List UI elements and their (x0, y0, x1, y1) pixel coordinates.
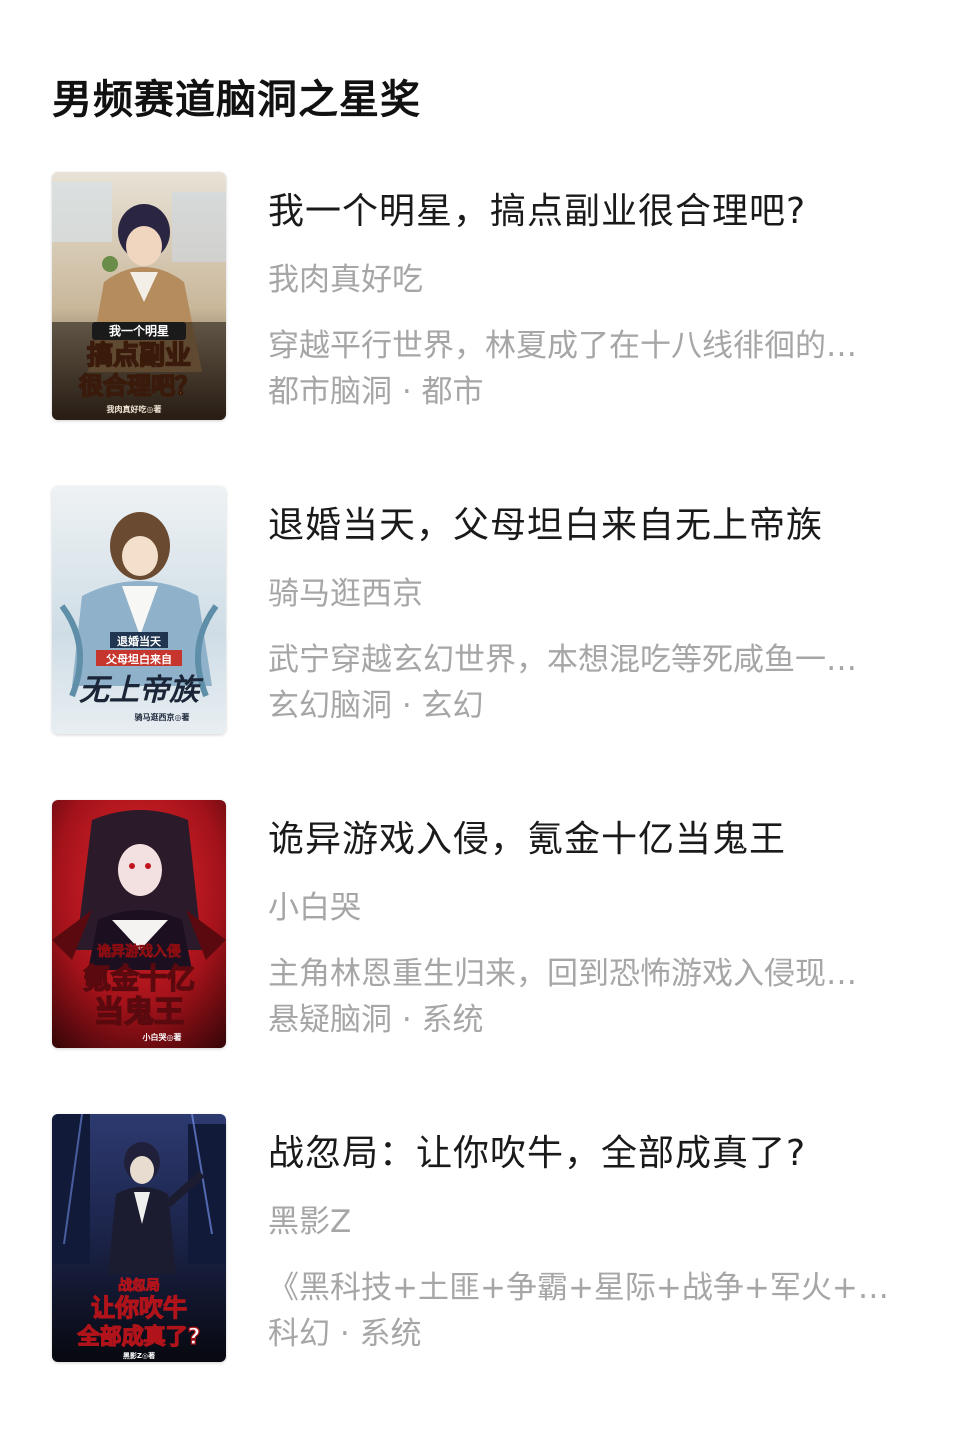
book-list: 我一个明星 搞点副业 很合理吧？ 我肉真好吃◎著 我一个明星，搞点副业很合理吧?… (0, 172, 966, 1428)
book-description: 《黑科技+土匪+争霸+星际+战争+军火+… (268, 1270, 889, 1306)
book-title[interactable]: 我一个明星，搞点副业很合理吧? (268, 188, 908, 236)
book-title[interactable]: 诡异游戏入侵，氪金十亿当鬼王 (268, 816, 908, 864)
cover-line3: 全部成真了? (77, 1324, 201, 1350)
book-cover[interactable]: 我一个明星 搞点副业 很合理吧？ 我肉真好吃◎著 (52, 172, 226, 420)
cover-line3: 当鬼王 (94, 995, 184, 1030)
book-info: 退婚当天，父母坦白来自无上帝族 骑马逛西京 武宁穿越玄幻世界，本想混吃等死咸鱼一… (268, 486, 908, 728)
book-info: 诡异游戏入侵，氪金十亿当鬼王 小白哭 主角林恩重生归来，回到恐怖游戏入侵现… 悬… (268, 800, 908, 1042)
cover-line2: 氪金十亿 (83, 962, 195, 995)
book-info: 我一个明星，搞点副业很合理吧? 我肉真好吃 穿越平行世界，林夏成了在十八线徘徊的… (268, 172, 908, 414)
cover-author: 我肉真好吃◎著 (107, 404, 162, 414)
book-author: 黑影Z (268, 1204, 352, 1240)
book-description: 主角林恩重生归来，回到恐怖游戏入侵现… (268, 956, 857, 992)
book-item[interactable]: 战忽局 让你吹牛 全部成真了? 黑影Z◎著 战忽局：让你吹牛，全部成真了? 黑影… (0, 1114, 966, 1364)
book-info: 战忽局：让你吹牛，全部成真了? 黑影Z 《黑科技+土匪+争霸+星际+战争+军火+… (268, 1114, 908, 1356)
book-author: 骑马逛西京 (268, 576, 423, 612)
cover-art: 诡异游戏入侵 氪金十亿 当鬼王 小白哭◎著 (52, 800, 226, 1048)
book-tags: 玄幻脑洞 · 玄幻 (268, 688, 484, 724)
book-tags: 都市脑洞 · 都市 (268, 374, 484, 410)
cover-line1: 诡异游戏入侵 (97, 943, 181, 960)
section-title: 男频赛道脑洞之星奖 (52, 77, 421, 123)
cover-line3: 无上帝族 (79, 673, 204, 708)
cover-art: 退婚当天 父母坦白来自 无上帝族 骑马逛西京◎著 (52, 486, 226, 734)
cover-line2: 父母坦白来自 (105, 652, 172, 666)
book-tags: 悬疑脑洞 · 系统 (268, 1002, 484, 1038)
cover-line1: 战忽局 (118, 1277, 160, 1294)
cover-author: 骑马逛西京◎著 (135, 712, 190, 722)
cover-line1: 退婚当天 (117, 634, 162, 648)
book-item[interactable]: 我一个明星 搞点副业 很合理吧？ 我肉真好吃◎著 我一个明星，搞点副业很合理吧?… (0, 172, 966, 422)
cover-line1: 我一个明星 (109, 323, 169, 338)
cover-art: 我一个明星 搞点副业 很合理吧？ 我肉真好吃◎著 (52, 172, 226, 420)
book-tags: 科幻 · 系统 (268, 1316, 422, 1352)
cover-author: 黑影Z◎著 (123, 1351, 155, 1360)
book-description: 穿越平行世界，林夏成了在十八线徘徊的… (268, 328, 857, 364)
cover-line2: 搞点副业 (87, 340, 191, 371)
book-author: 我肉真好吃 (268, 262, 423, 298)
book-item[interactable]: 诡异游戏入侵 氪金十亿 当鬼王 小白哭◎著 诡异游戏入侵，氪金十亿当鬼王 小白哭… (0, 800, 966, 1050)
cover-line2: 让你吹牛 (91, 1294, 187, 1322)
cover-author: 小白哭◎著 (142, 1032, 182, 1042)
book-cover[interactable]: 退婚当天 父母坦白来自 无上帝族 骑马逛西京◎著 (52, 486, 226, 734)
book-title[interactable]: 战忽局：让你吹牛，全部成真了? (268, 1130, 908, 1178)
book-item[interactable]: 退婚当天 父母坦白来自 无上帝族 骑马逛西京◎著 退婚当天，父母坦白来自无上帝族… (0, 486, 966, 736)
book-author: 小白哭 (268, 890, 361, 926)
book-description: 武宁穿越玄幻世界，本想混吃等死咸鱼一… (268, 642, 857, 678)
book-title[interactable]: 退婚当天，父母坦白来自无上帝族 (268, 502, 908, 550)
cover-art: 战忽局 让你吹牛 全部成真了? 黑影Z◎著 (52, 1114, 226, 1362)
book-cover[interactable]: 战忽局 让你吹牛 全部成真了? 黑影Z◎著 (52, 1114, 226, 1362)
book-cover[interactable]: 诡异游戏入侵 氪金十亿 当鬼王 小白哭◎著 (52, 800, 226, 1048)
cover-line3: 很合理吧？ (79, 372, 199, 400)
